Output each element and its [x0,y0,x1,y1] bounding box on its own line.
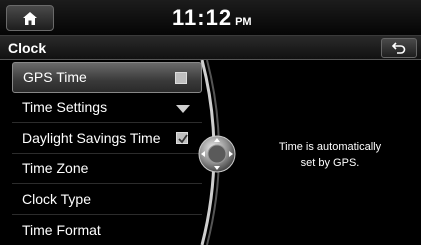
settings-menu: GPS Time Time Settings Daylight Savings … [12,62,202,245]
menu-item-time-settings[interactable]: Time Settings [12,93,202,123]
menu-item-time-zone[interactable]: Time Zone [12,154,202,184]
home-button[interactable] [6,5,54,31]
info-text: Time is automatically set by GPS. [255,139,405,171]
info-line-1: Time is automatically [278,141,382,153]
menu-item-label: Time Settings [22,99,108,116]
back-arrow-icon [392,42,406,54]
title-bar: Clock [0,36,421,60]
menu-item-label: Time Format [22,221,101,238]
page-title: Clock [8,40,47,56]
menu-item-label: Time Zone [22,160,89,177]
menu-item-time-format[interactable]: Time Format [12,215,202,245]
back-button[interactable] [381,38,417,58]
clock-display: 11:12 PM [172,5,252,31]
menu-item-label: Clock Type [22,190,91,207]
menu-item-daylight-savings[interactable]: Daylight Savings Time [12,123,202,154]
clock-time: 11:12 [172,5,233,30]
screen: 11:12 PM Clock GPS Time Time Settings Da… [0,0,421,245]
menu-item-clock-type[interactable]: Clock Type [12,184,202,215]
menu-item-gps-time[interactable]: GPS Time [12,62,202,93]
home-icon [23,11,37,25]
status-bar: 11:12 PM [0,0,421,36]
clock-ampm: PM [235,16,252,28]
menu-item-label: Daylight Savings Time [22,129,161,146]
info-line-2: set by GPS. [300,157,360,169]
jog-dial-icon[interactable] [197,134,237,174]
